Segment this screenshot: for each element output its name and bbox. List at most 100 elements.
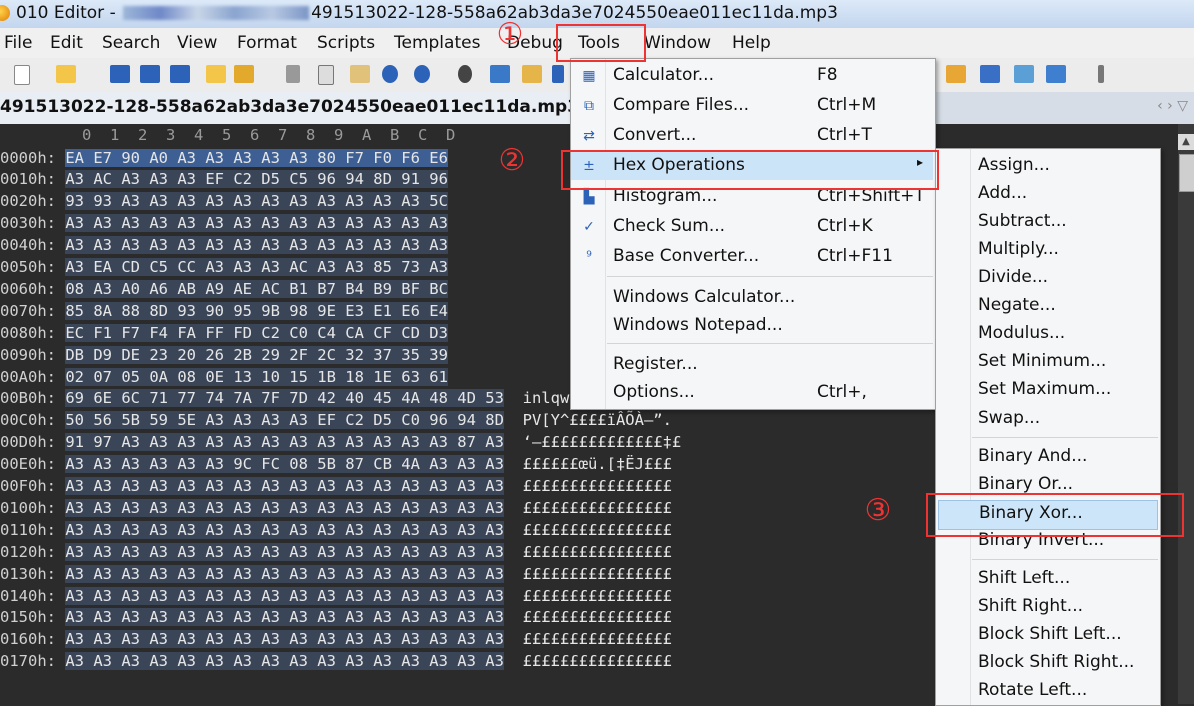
cut-icon[interactable] bbox=[286, 65, 300, 83]
save-all-icon[interactable] bbox=[170, 65, 190, 83]
row-bytes[interactable]: A3 A3 A3 A3 A3 A3 A3 A3 A3 A3 A3 A3 A3 A… bbox=[65, 214, 448, 233]
row-bytes[interactable]: A3 A3 A3 A3 A3 A3 A3 A3 A3 A3 A3 A3 A3 A… bbox=[65, 236, 448, 255]
menu-window[interactable]: Window bbox=[644, 33, 711, 53]
row-bytes[interactable]: A3 A3 A3 A3 A3 A3 A3 A3 A3 A3 A3 A3 A3 A… bbox=[65, 586, 504, 605]
row-address: 0130h: bbox=[0, 564, 56, 583]
goto-icon[interactable] bbox=[552, 65, 564, 83]
row-ascii[interactable]: ££££££££££££££££ bbox=[523, 543, 672, 561]
submenu-item-swap[interactable]: Swap... bbox=[936, 406, 1158, 434]
scroll-up-icon[interactable]: ▲ bbox=[1178, 134, 1194, 150]
row-ascii[interactable]: PV[Y^££££ïÂÕÀ–”. bbox=[523, 411, 672, 429]
menu-item-windows-notepad[interactable]: Windows Notepad... bbox=[571, 312, 933, 340]
row-ascii[interactable]: ££££££££££££££££ bbox=[523, 587, 672, 605]
file-tab[interactable]: 491513022-128-558a62ab3da3e7024550eae011… bbox=[0, 92, 604, 127]
histogram-toolbar-icon[interactable] bbox=[946, 65, 966, 83]
workspace-icon[interactable] bbox=[234, 65, 254, 83]
scroll-thumb[interactable] bbox=[1179, 154, 1194, 192]
menu-item-calculator[interactable]: ▦ Calculator... F8 bbox=[571, 62, 933, 90]
submenu-item-rotate-left[interactable]: Rotate Left... bbox=[936, 678, 1158, 706]
menu-item-windows-calculator[interactable]: Windows Calculator... bbox=[571, 284, 933, 312]
submenu-item-label: Binary And... bbox=[978, 446, 1088, 466]
paste-icon[interactable] bbox=[350, 65, 370, 83]
row-ascii[interactable]: ££££££œü.[‡ËJ£££ bbox=[523, 455, 672, 473]
submenu-item-binary-and[interactable]: Binary And... bbox=[936, 444, 1158, 472]
menu-item-base-converter[interactable]: ⁹ Base Converter... Ctrl+F11 bbox=[571, 243, 933, 271]
submenu-item-negate[interactable]: Negate... bbox=[936, 293, 1158, 321]
row-bytes[interactable]: A3 EA CD C5 CC A3 A3 A3 AC A3 A3 85 73 A… bbox=[65, 258, 448, 276]
row-bytes[interactable]: A3 A3 A3 A3 A3 A3 A3 A3 A3 A3 A3 A3 A3 A… bbox=[65, 564, 504, 583]
menu-item-compare-files[interactable]: ⧉ Compare Files... Ctrl+M bbox=[571, 92, 933, 120]
submenu-item-add[interactable]: Add... bbox=[936, 181, 1158, 209]
row-bytes[interactable]: 85 8A 88 8D 93 90 95 9B 98 9E E3 E1 E6 E… bbox=[65, 301, 448, 320]
submenu-item-set-minimum[interactable]: Set Minimum... bbox=[936, 349, 1158, 377]
base-converter-toolbar-icon[interactable] bbox=[1046, 65, 1066, 83]
menu-search[interactable]: Search bbox=[102, 33, 160, 53]
row-ascii[interactable]: ££££££££££££££££ bbox=[523, 521, 672, 539]
row-bytes[interactable]: A3 A3 A3 A3 A3 A3 A3 A3 A3 A3 A3 A3 A3 A… bbox=[65, 652, 504, 671]
row-ascii[interactable]: ££££££££££££££££ bbox=[523, 630, 672, 648]
find-in-files-icon[interactable] bbox=[522, 65, 542, 83]
row-ascii[interactable]: ££££££££££££££££ bbox=[523, 477, 672, 495]
menu-scripts[interactable]: Scripts bbox=[317, 33, 375, 53]
copy-icon[interactable] bbox=[318, 65, 334, 85]
menu-item-options[interactable]: Options... Ctrl+, bbox=[571, 379, 933, 407]
row-bytes[interactable]: A3 A3 A3 A3 A3 A3 9C FC 08 5B 87 CB 4A A… bbox=[65, 455, 504, 474]
menu-item-check-sum[interactable]: ✓ Check Sum... Ctrl+K bbox=[571, 213, 933, 241]
menu-templates[interactable]: Templates bbox=[394, 33, 480, 53]
submenu-item-label: Block Shift Left... bbox=[978, 624, 1122, 644]
row-ascii[interactable]: ££££££££££££££££ bbox=[523, 565, 672, 583]
submenu-item-shift-left[interactable]: Shift Left... bbox=[936, 566, 1158, 594]
menu-item-convert[interactable]: ⇄ Convert... Ctrl+T bbox=[571, 122, 933, 150]
row-bytes[interactable]: 93 93 A3 A3 A3 A3 A3 A3 A3 A3 A3 A3 A3 5… bbox=[65, 192, 448, 211]
hex-row: 0040h: A3 A3 A3 A3 A3 A3 A3 A3 A3 A3 A3 … bbox=[0, 236, 467, 258]
row-bytes[interactable]: 50 56 5B 59 5E A3 A3 A3 A3 EF C2 D5 C0 9… bbox=[65, 411, 504, 430]
row-bytes[interactable]: EC F1 F7 F4 FA FF FD C2 C0 C4 CA CF CD D… bbox=[65, 323, 448, 342]
submenu-item-divide[interactable]: Divide... bbox=[936, 265, 1158, 293]
menu-view[interactable]: View bbox=[177, 33, 217, 53]
row-bytes[interactable]: A3 A3 A3 A3 A3 A3 A3 A3 A3 A3 A3 A3 A3 A… bbox=[65, 542, 504, 561]
submenu-item-assign[interactable]: Assign... bbox=[936, 153, 1158, 181]
row-bytes[interactable]: EA E7 90 A0 A3 A3 A3 A3 A3 80 F7 F0 F6 E… bbox=[65, 148, 448, 167]
row-ascii[interactable]: ££££££££££££££££ bbox=[523, 499, 672, 517]
vertical-scrollbar[interactable]: ▲ bbox=[1178, 124, 1194, 704]
row-bytes[interactable]: A3 A3 A3 A3 A3 A3 A3 A3 A3 A3 A3 A3 A3 A… bbox=[65, 608, 504, 627]
row-bytes[interactable]: 91 97 A3 A3 A3 A3 A3 A3 A3 A3 A3 A3 A3 A… bbox=[65, 433, 504, 452]
submenu-item-subtract[interactable]: Subtract... bbox=[936, 209, 1158, 237]
open-folder-icon[interactable] bbox=[56, 65, 76, 83]
row-ascii[interactable]: ££££££££££££££££ bbox=[523, 608, 672, 626]
save-icon[interactable] bbox=[110, 65, 130, 83]
menu-help[interactable]: Help bbox=[732, 33, 771, 53]
checksum-toolbar-icon[interactable] bbox=[1014, 65, 1034, 83]
submenu-item-block-shift-right[interactable]: Block Shift Right... bbox=[936, 650, 1158, 678]
submenu-item-shift-right[interactable]: Shift Right... bbox=[936, 594, 1158, 622]
row-bytes[interactable]: A3 A3 A3 A3 A3 A3 A3 A3 A3 A3 A3 A3 A3 A… bbox=[65, 520, 504, 539]
undo-icon[interactable] bbox=[382, 65, 398, 83]
find-icon[interactable] bbox=[458, 65, 472, 83]
hex-row: 0060h: 08 A3 A0 A6 AB A9 AE AC B1 B7 B4 … bbox=[0, 279, 467, 302]
menu-item-register[interactable]: Register... bbox=[571, 351, 933, 379]
submenu-item-block-shift-left[interactable]: Block Shift Left... bbox=[936, 622, 1158, 650]
submenu-item-multiply[interactable]: Multiply... bbox=[936, 237, 1158, 265]
menu-edit[interactable]: Edit bbox=[50, 33, 83, 53]
new-file-icon[interactable] bbox=[14, 65, 30, 85]
row-bytes[interactable]: A3 A3 A3 A3 A3 A3 A3 A3 A3 A3 A3 A3 A3 A… bbox=[65, 630, 504, 649]
row-bytes[interactable]: 69 6E 6C 71 77 74 7A 7F 7D 42 40 45 4A 4… bbox=[65, 389, 504, 408]
submenu-item-set-maximum[interactable]: Set Maximum... bbox=[936, 377, 1158, 405]
save-as-icon[interactable] bbox=[140, 65, 160, 83]
menu-format[interactable]: Format bbox=[237, 33, 297, 53]
folder-icon[interactable] bbox=[206, 65, 226, 83]
submenu-item-modulus[interactable]: Modulus... bbox=[936, 321, 1158, 349]
row-bytes[interactable]: DB D9 DE 23 20 26 2B 29 2F 2C 32 37 35 3… bbox=[65, 345, 448, 364]
tab-scroll-icon[interactable]: ‹ › ▽ bbox=[1157, 98, 1188, 114]
row-bytes[interactable]: 02 07 05 0A 08 0E 13 10 15 1B 18 1E 63 6… bbox=[65, 367, 448, 386]
row-bytes[interactable]: A3 A3 A3 A3 A3 A3 A3 A3 A3 A3 A3 A3 A3 A… bbox=[65, 498, 504, 517]
row-ascii[interactable]: ££££££££££££££££ bbox=[523, 652, 672, 670]
redo-icon[interactable] bbox=[414, 65, 430, 83]
hex-ops-toolbar-icon[interactable] bbox=[980, 65, 1000, 83]
row-bytes[interactable]: A3 A3 A3 A3 A3 A3 A3 A3 A3 A3 A3 A3 A3 A… bbox=[65, 477, 504, 495]
menu-file[interactable]: File bbox=[4, 33, 32, 53]
row-bytes[interactable]: A3 AC A3 A3 A3 EF C2 D5 C5 96 94 8D 91 9… bbox=[65, 170, 448, 189]
row-ascii[interactable]: ‘—£££££££££££££‡£ bbox=[523, 433, 682, 451]
row-bytes[interactable]: 08 A3 A0 A6 AB A9 AE AC B1 B7 B4 B9 BF B… bbox=[65, 279, 448, 298]
replace-icon[interactable] bbox=[490, 65, 510, 83]
